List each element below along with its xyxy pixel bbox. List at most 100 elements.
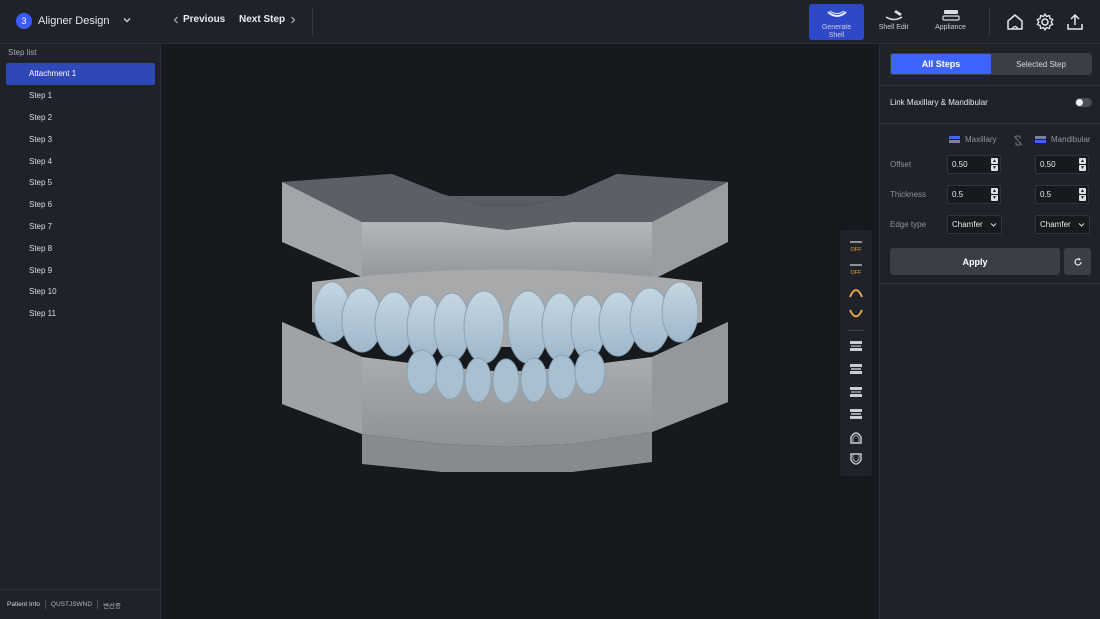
gingiva-toggle-button[interactable]: OFF — [846, 238, 866, 254]
chevron-down-icon — [990, 223, 997, 227]
apply-button[interactable]: Apply — [890, 248, 1060, 275]
maxillary-jaw-icon — [949, 136, 960, 143]
chevron-down-icon — [1078, 223, 1085, 227]
tab-all-steps[interactable]: All Steps — [891, 54, 991, 74]
gingiva-off-icon: OFF — [850, 241, 863, 253]
mandibular-offset-input[interactable]: 0.50 ▲ ▼ — [1035, 155, 1089, 174]
reset-button[interactable] — [1064, 248, 1091, 275]
view-front-button[interactable] — [846, 338, 866, 354]
divider — [989, 8, 990, 36]
attachment-off-icon: OFF — [850, 264, 863, 276]
previous-label: Previous — [183, 14, 226, 25]
generate-shell-button[interactable]: Generate Shell — [809, 4, 864, 40]
3d-viewport[interactable]: OFF OFF — [162, 44, 878, 619]
view-left-button[interactable] — [846, 384, 866, 400]
maxillary-offset-value: 0.50 — [952, 160, 968, 169]
mandibular-label: Mandibular — [1051, 135, 1091, 144]
step-list-item-step-5[interactable]: Step 5 — [6, 172, 155, 194]
step-list-item-step-10[interactable]: Step 10 — [6, 281, 155, 303]
divider — [312, 8, 313, 36]
maxillary-header: Maxillary — [948, 135, 997, 144]
svg-text:OFF: OFF — [851, 270, 863, 276]
dental-model-3d[interactable] — [272, 172, 742, 472]
offset-label: Offset — [890, 160, 912, 169]
mandibular-offset-stepper[interactable]: ▲ ▼ — [1079, 158, 1086, 171]
step-list-panel: Step list Attachment 1 Step 1 Step 2 Ste… — [0, 44, 161, 619]
divider — [880, 283, 1100, 284]
view-left-icon — [850, 387, 862, 397]
home-button[interactable] — [1003, 10, 1027, 34]
tab-selected-step[interactable]: Selected Step — [991, 54, 1091, 74]
previous-button[interactable]: Previous — [172, 14, 225, 25]
link-jaws-row: Link Maxillary & Mandibular — [890, 98, 1092, 107]
mandibular-thickness-input[interactable]: 0.5 ▲ ▼ — [1035, 185, 1089, 204]
edge-type-label: Edge type — [890, 220, 927, 229]
chevron-down-icon[interactable] — [122, 15, 132, 25]
lower-arch-icon — [849, 309, 863, 318]
upper-arch-button[interactable] — [846, 284, 866, 300]
shell-edit-icon — [885, 10, 902, 21]
patient-info-label: Patient Info — [7, 601, 40, 608]
export-upload-icon — [1067, 13, 1083, 30]
maxillary-thickness-value: 0.5 — [952, 190, 964, 199]
step-list-item-step-1[interactable]: Step 1 — [6, 85, 155, 107]
mandibular-header: Mandibular — [1034, 135, 1091, 144]
step-scope-tabs: All Steps Selected Step — [890, 53, 1092, 75]
step-list-item-step-6[interactable]: Step 6 — [6, 194, 155, 216]
generate-shell-label: Generate Shell — [821, 24, 852, 39]
step-list-item-attachment-1[interactable]: Attachment 1 — [6, 63, 155, 85]
appliance-icon — [941, 10, 960, 21]
view-bottom-button[interactable] — [846, 452, 866, 468]
view-top-icon — [850, 432, 862, 444]
workflow-step-selector[interactable]: 3 Aligner Design — [16, 13, 110, 29]
next-step-button[interactable]: Next Step — [239, 14, 297, 25]
mandibular-jaw-icon — [1035, 136, 1046, 143]
maxillary-edge-value: Chamfer — [952, 220, 983, 229]
divider — [880, 123, 1100, 124]
settings-gear-icon — [1036, 13, 1054, 31]
patient-info-bar: Patient Info QUSTJSWND 변선종 — [0, 589, 161, 619]
workflow-step-number: 3 — [16, 13, 32, 29]
step-list: Attachment 1 Step 1 Step 2 Step 3 Step 4… — [6, 63, 155, 325]
step-list-title: Step list — [8, 48, 37, 57]
patient-name: 변선종 — [103, 602, 122, 610]
step-list-item-step-4[interactable]: Step 4 — [6, 150, 155, 172]
divider — [880, 85, 1100, 86]
view-back-button[interactable] — [846, 361, 866, 377]
generate-shell-icon — [826, 10, 847, 17]
unlink-icon — [1013, 135, 1023, 146]
top-toolbar: 3 Aligner Design Previous Next Step Gene… — [0, 0, 1100, 44]
step-list-item-step-3[interactable]: Step 3 — [6, 128, 155, 150]
workflow-step-title: Aligner Design — [38, 15, 110, 27]
upper-arch-icon — [849, 289, 863, 298]
maxillary-offset-input[interactable]: 0.50 ▲ ▼ — [947, 155, 1001, 174]
view-bottom-icon — [850, 453, 862, 465]
maxillary-thickness-input[interactable]: 0.5 ▲ ▼ — [947, 185, 1001, 204]
step-list-item-step-11[interactable]: Step 11 — [6, 303, 155, 325]
step-list-item-step-8[interactable]: Step 8 — [6, 237, 155, 259]
mandibular-thickness-stepper[interactable]: ▲ ▼ — [1079, 188, 1086, 201]
maxillary-edge-select[interactable]: Chamfer — [947, 215, 1002, 234]
divider — [44, 600, 46, 609]
step-list-item-step-7[interactable]: Step 7 — [6, 216, 155, 238]
appliance-label: Appliance — [935, 24, 966, 31]
view-right-icon — [850, 409, 862, 419]
shell-edit-button[interactable]: Shell Edit — [866, 4, 921, 40]
view-right-button[interactable] — [846, 406, 866, 422]
link-jaws-toggle[interactable] — [1075, 98, 1092, 107]
export-button[interactable] — [1063, 10, 1087, 34]
mandibular-edge-select[interactable]: Chamfer — [1035, 215, 1090, 234]
patient-id: QUSTJSWND — [50, 601, 93, 608]
maxillary-offset-stepper[interactable]: ▲ ▼ — [991, 158, 998, 171]
settings-button[interactable] — [1033, 10, 1057, 34]
reset-icon — [1073, 257, 1082, 266]
appliance-button[interactable]: Appliance — [923, 4, 978, 40]
view-toolbar: OFF OFF — [840, 230, 872, 476]
lower-arch-button[interactable] — [846, 306, 866, 322]
view-top-button[interactable] — [846, 429, 866, 445]
attachment-toggle-button[interactable]: OFF — [846, 261, 866, 277]
step-list-item-step-9[interactable]: Step 9 — [6, 259, 155, 281]
step-list-item-step-2[interactable]: Step 2 — [6, 107, 155, 129]
maxillary-thickness-stepper[interactable]: ▲ ▼ — [991, 188, 998, 201]
svg-text:OFF: OFF — [851, 247, 863, 253]
